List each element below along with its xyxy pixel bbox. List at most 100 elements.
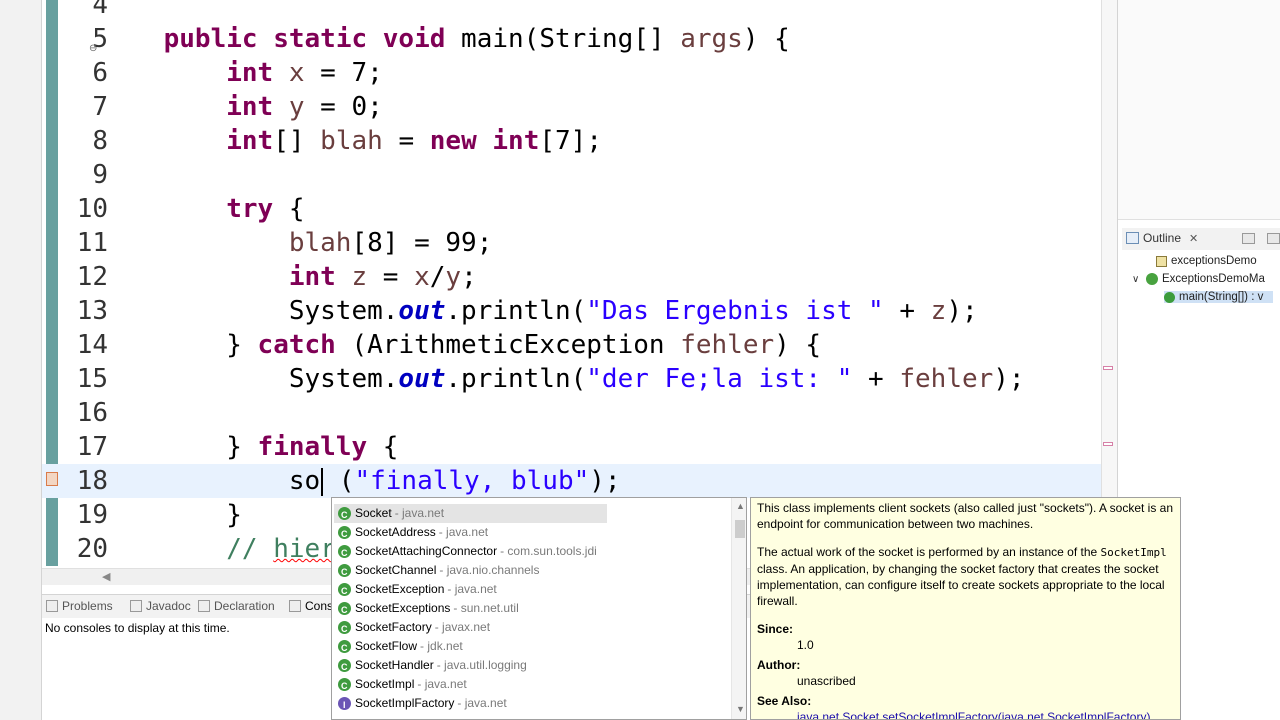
code-token: int (226, 92, 274, 122)
overview-marker[interactable] (1103, 442, 1113, 446)
code-text[interactable]: System.out.println("der Fe;la ist: " + f… (101, 362, 1025, 396)
proposal-item[interactable]: SocketFactory- javax.net (334, 618, 734, 639)
overview-marker[interactable] (1103, 366, 1113, 370)
proposal-item[interactable]: SocketImplFactory- java.net (334, 694, 734, 715)
code-line[interactable]: 6 int x = 7; (42, 56, 1101, 90)
error-lock-icon[interactable] (46, 472, 58, 486)
code-line[interactable]: 15 System.out.println("der Fe;la ist: " … (42, 362, 1101, 396)
code-token: x (288, 58, 305, 88)
code-text[interactable]: blah[8] = 99; (101, 226, 493, 260)
outline-method-item[interactable]: main(String[]) : v (1164, 291, 1274, 303)
chevron-down-icon[interactable]: ∨ (1132, 274, 1142, 285)
proposal-item[interactable]: Socket- java.net (334, 504, 607, 525)
code-text[interactable]: System.out.println("Das Ergebnis ist " +… (101, 294, 978, 328)
code-line[interactable]: 10 try { (42, 192, 1101, 226)
content-assist-popup[interactable]: Socket- java.netSocketAddress- java.netS… (331, 497, 747, 720)
code-token: try (226, 194, 274, 224)
proposal-item[interactable]: SocketImpl- java.net (334, 675, 734, 696)
code-token: System. (101, 296, 399, 326)
code-token: fehler (680, 330, 775, 360)
code-line[interactable]: 18 so ("finally, blub"); (42, 464, 1101, 498)
proposal-item[interactable]: SocketAddress- java.net (334, 523, 734, 544)
proposal-item[interactable]: SocketChannel- java.nio.channels (334, 561, 734, 582)
line-number: 16 (76, 398, 108, 428)
code-token: ); (993, 364, 1025, 394)
proposal-item[interactable]: SocketFlow- jdk.net (334, 637, 734, 658)
code-text[interactable]: } catch (ArithmeticException fehler) { (101, 328, 821, 362)
outline-package-item[interactable]: exceptionsDemo (1156, 255, 1257, 267)
collapse-all-icon[interactable] (1242, 233, 1255, 244)
proposal-item[interactable]: SocketExceptions- sun.net.util (334, 599, 734, 620)
code-token: = 7; (304, 58, 383, 88)
code-token: = (382, 126, 430, 156)
tab-console[interactable]: Cons (289, 599, 333, 613)
since-value: 1.0 (797, 638, 814, 652)
code-token: z (930, 296, 947, 326)
proposal-item[interactable]: SocketAttachingConnector- com.sun.tools.… (334, 542, 734, 563)
left-window-edge (0, 0, 42, 720)
code-token: so (101, 466, 321, 496)
code-text[interactable]: } finally { (101, 430, 398, 464)
code-token: static (273, 24, 368, 54)
tab-javadoc[interactable]: Javadoc (130, 599, 191, 613)
proposal-name: SocketAddress (355, 525, 436, 539)
code-text[interactable]: // hier (101, 532, 336, 566)
class-icon (338, 525, 351, 544)
proposal-item[interactable]: SocketHandler- java.util.logging (334, 656, 734, 677)
code-line[interactable]: 9 (42, 158, 1101, 192)
code-token: ) { (742, 24, 790, 54)
scroll-thumb[interactable] (735, 520, 745, 538)
proposal-name: SocketFlow (355, 639, 418, 653)
tab-declaration[interactable]: Declaration (198, 599, 275, 613)
code-text[interactable]: int y = 0; (101, 90, 383, 124)
code-text[interactable]: } (101, 498, 242, 532)
code-line[interactable]: 11 blah[8] = 99; (42, 226, 1101, 260)
code-line[interactable]: 13 System.out.println("Das Ergebnis ist … (42, 294, 1101, 328)
proposal-name: SocketFactory (355, 620, 432, 634)
code-token: .println( (445, 296, 587, 326)
code-editor[interactable]: 4 5 ⊖ public static void main(String[] arg… (42, 0, 1101, 568)
proposal-name: SocketHandler (355, 658, 434, 672)
code-text[interactable]: public static void main(String[] args) { (101, 22, 790, 56)
scroll-up-arrow-icon[interactable]: ▲ (736, 501, 745, 511)
outline-class-item[interactable]: ∨ ExceptionsDemoMa (1132, 273, 1265, 285)
proposal-item[interactable]: SocketException- java.net (334, 580, 734, 601)
interface-icon (338, 696, 351, 715)
code-text[interactable]: int z = x/y; (101, 260, 477, 294)
view-menu-icon[interactable] (1267, 233, 1280, 244)
code-token: finally (257, 432, 368, 462)
overview-ruler[interactable] (1101, 0, 1117, 568)
code-line[interactable]: 5 ⊖ public static void main(String[] args… (42, 22, 1101, 56)
scroll-down-arrow-icon[interactable]: ▼ (736, 704, 745, 714)
proposal-scrollbar[interactable]: ▲ ▼ (731, 498, 746, 719)
outline-item-label: main(String[]) : v (1179, 291, 1264, 303)
code-token: new (429, 126, 477, 156)
see-also-link[interactable]: java.net.Socket.setSocketImplFactory(jav… (797, 709, 1174, 719)
javadoc-hover: This class implements client sockets (al… (750, 497, 1181, 720)
code-text[interactable]: so ("finally, blub"); (101, 464, 621, 498)
code-line[interactable]: 8 int[] blah = new int[7]; (42, 124, 1101, 158)
close-icon[interactable]: ✕ (1189, 232, 1198, 245)
code-line[interactable]: 14 } catch (ArithmeticException fehler) … (42, 328, 1101, 362)
scroll-left-arrow-icon[interactable]: ◀ (102, 570, 110, 583)
tab-problems[interactable]: Problems (46, 599, 113, 613)
code-line[interactable]: 7 int y = 0; (42, 90, 1101, 124)
tab-outline[interactable]: Outline ✕ (1126, 231, 1198, 245)
code-text[interactable]: int[] blah = new int[7]; (101, 124, 602, 158)
code-line[interactable]: 12 int z = x/y; (42, 260, 1101, 294)
code-line[interactable]: 16 (42, 396, 1101, 430)
code-text[interactable]: try { (101, 192, 304, 226)
code-token: int (226, 58, 274, 88)
code-line[interactable]: 4 (42, 0, 1101, 22)
code-line[interactable]: 17 } finally { (42, 430, 1101, 464)
tab-label: Declaration (214, 599, 275, 613)
code-text[interactable]: int x = 7; (101, 56, 383, 90)
proposal-name: SocketException (355, 582, 445, 596)
